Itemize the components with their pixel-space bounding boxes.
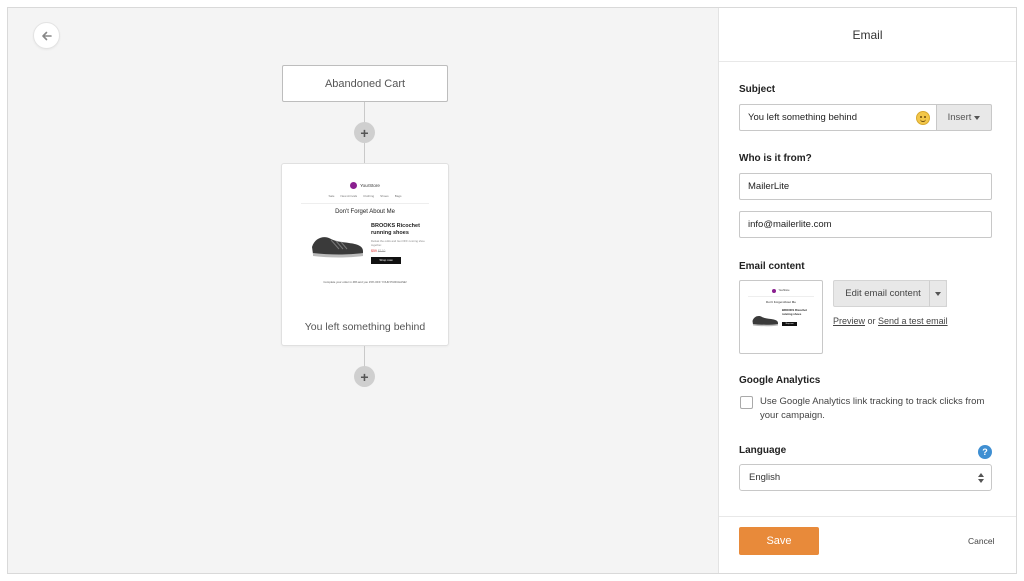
footer-divider bbox=[719, 516, 1016, 517]
nav-item: Clothing bbox=[363, 194, 375, 198]
plus-icon: + bbox=[360, 368, 369, 385]
thumb-product: BROOKS Ricochet running shoes bbox=[782, 308, 807, 316]
save-button[interactable]: Save bbox=[739, 527, 819, 555]
app-frame: Abandoned Cart + YourStore Sale New Arri… bbox=[7, 7, 1017, 574]
thumb-brand: YourStore bbox=[778, 289, 790, 292]
price-old: $110 bbox=[377, 249, 386, 253]
send-test-email-link[interactable]: Send a test email bbox=[878, 316, 948, 326]
back-button[interactable] bbox=[33, 22, 60, 49]
connector-line bbox=[364, 346, 365, 367]
workflow-canvas: Abandoned Cart + YourStore Sale New Arri… bbox=[8, 8, 718, 573]
product-name: BROOKS Ricochet running shoes bbox=[371, 223, 420, 236]
add-step-button[interactable]: + bbox=[354, 366, 375, 387]
help-icon[interactable]: ? bbox=[978, 445, 992, 459]
add-step-button[interactable]: + bbox=[354, 122, 375, 143]
email-content-label: Email content bbox=[739, 261, 805, 272]
preview-links: Preview or Send a test email bbox=[833, 316, 948, 326]
trigger-label: Abandoned Cart bbox=[324, 77, 406, 90]
subject-label: Subject bbox=[739, 84, 776, 95]
analytics-label: Google Analytics bbox=[739, 375, 821, 386]
from-email-input[interactable]: info@mailerlite.com bbox=[739, 211, 992, 238]
preview-cta: Shop now bbox=[371, 257, 401, 264]
insert-dropdown-button[interactable]: Insert bbox=[937, 104, 992, 131]
nav-item: New Arrivals bbox=[340, 194, 358, 198]
nav-item: Shoes bbox=[380, 194, 389, 198]
email-card-label: You left something behind bbox=[304, 321, 426, 333]
preview-link[interactable]: Preview bbox=[833, 316, 865, 326]
connector-line bbox=[364, 102, 365, 123]
analytics-checkbox-text: Use Google Analytics link tracking to tr… bbox=[760, 396, 985, 421]
thumb-cta: Shop now bbox=[782, 322, 797, 326]
emoji-icon[interactable] bbox=[916, 111, 930, 125]
trigger-abandoned-cart[interactable]: Abandoned Cart bbox=[282, 65, 448, 102]
from-label: Who is it from? bbox=[739, 153, 812, 164]
nav-item: Sale bbox=[328, 194, 335, 198]
insert-label: Insert bbox=[947, 112, 972, 123]
language-select[interactable]: English bbox=[739, 464, 992, 491]
subject-value: You left something behind bbox=[748, 112, 857, 123]
plus-icon: + bbox=[360, 124, 369, 141]
email-preview-image: YourStore Sale New Arrivals Clothing Sho… bbox=[301, 174, 429, 309]
price-new: $59 bbox=[371, 249, 377, 253]
help-glyph: ? bbox=[982, 447, 988, 457]
brand-logo-icon bbox=[350, 182, 358, 189]
caret-down-icon bbox=[974, 115, 981, 120]
arrow-left-icon bbox=[41, 31, 52, 40]
email-content-thumbnail[interactable]: YourStore Don't Forget About Me BROOKS R… bbox=[739, 280, 823, 354]
from-email-value: info@mailerlite.com bbox=[748, 219, 832, 230]
email-settings-panel: Email Subject You left something behind … bbox=[718, 8, 1016, 573]
connector-line bbox=[364, 143, 365, 163]
save-label: Save bbox=[766, 535, 792, 547]
analytics-checkbox[interactable] bbox=[740, 396, 753, 409]
thumbnail-preview: YourStore Don't Forget About Me BROOKS R… bbox=[748, 285, 814, 349]
from-name-value: MailerLite bbox=[748, 181, 790, 192]
preview-nav: Sale New Arrivals Clothing Shoes Bags bbox=[301, 194, 429, 198]
product-desc: Defeat the odds and Get OFF running shoe… bbox=[371, 239, 425, 247]
panel-title: Email bbox=[719, 8, 1016, 62]
or-text: or bbox=[865, 316, 879, 326]
subject-input[interactable]: You left something behind bbox=[739, 104, 937, 131]
preview-heading: Don't Forget About Me bbox=[335, 209, 395, 215]
shoe-image bbox=[309, 223, 365, 261]
brand-logo-icon bbox=[772, 288, 777, 293]
select-arrows-icon bbox=[978, 473, 984, 483]
nav-item: Bags bbox=[394, 194, 402, 198]
language-value: English bbox=[749, 472, 781, 483]
language-label: Language bbox=[739, 445, 787, 456]
edit-label: Edit email content bbox=[845, 288, 921, 299]
caret-down-icon bbox=[935, 291, 941, 296]
edit-options-dropdown[interactable] bbox=[929, 280, 947, 307]
preview-footer: Complete your order in 48h and you 15% O… bbox=[323, 280, 407, 284]
email-step-card[interactable]: YourStore Sale New Arrivals Clothing Sho… bbox=[281, 163, 449, 346]
thumb-heading: Don't Forget About Me bbox=[766, 300, 796, 304]
brand-name: YourStore bbox=[360, 183, 380, 188]
cancel-link[interactable]: Cancel bbox=[968, 536, 994, 546]
from-name-input[interactable]: MailerLite bbox=[739, 173, 992, 200]
shoe-image bbox=[752, 316, 778, 327]
